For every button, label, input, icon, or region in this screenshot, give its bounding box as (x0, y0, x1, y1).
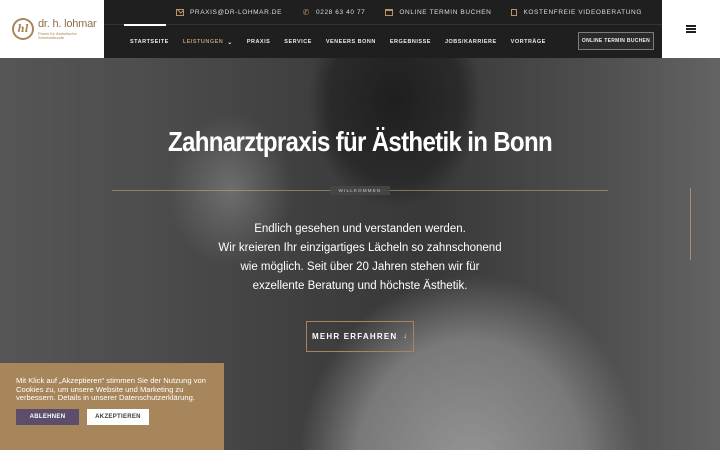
arrow-down-icon: ↓ (403, 333, 409, 340)
logo-mark-icon: hl (12, 18, 34, 40)
cookie-actions: ABLEHNEN AKZEPTIEREN (16, 408, 208, 425)
video-consultation-label: KOSTENFREIE VIDEOBERATUNG (523, 8, 642, 16)
nav-item-praxis[interactable]: PRAXIS (247, 39, 270, 45)
online-booking-label: ONLINE TERMIN BUCHEN (399, 8, 492, 16)
mail-icon (176, 8, 184, 16)
menu-button[interactable] (662, 0, 720, 58)
contact-bar: PRAXIS@DR-LOHMAR.DE ✆ 0228 63 40 77 ONLI… (104, 0, 662, 25)
chevron-down-icon: ⌄ (227, 39, 233, 46)
welcome-eyebrow: WILLKOMMEN (330, 186, 390, 195)
phone-label: 0228 63 40 77 (316, 8, 366, 16)
nav-item-vortraege[interactable]: VORTRÄGE (511, 39, 546, 45)
nav-item-ergebnisse[interactable]: ERGEBNISSE (390, 39, 431, 45)
nav-item-veneers-bonn[interactable]: VENEERS BONN (326, 39, 376, 45)
online-termin-button[interactable]: ONLINE TERMIN BUCHEN (578, 32, 654, 50)
nav-item-leistungen-label: LEISTUNGEN (182, 39, 224, 45)
nav-item-service[interactable]: SERVICE (284, 39, 312, 45)
mehr-erfahren-button[interactable]: MEHR ERFAHREN ↓ (306, 321, 414, 352)
slider-indicator-line (690, 188, 691, 260)
site-header: PRAXIS@DR-LOHMAR.DE ✆ 0228 63 40 77 ONLI… (104, 0, 662, 58)
hamburger-icon (686, 25, 696, 33)
page-title: Zahnarztpraxis für Ästhetik in Bonn (168, 126, 553, 157)
nav-item-jobs-karriere[interactable]: JOBS/KARRIERE (445, 39, 497, 45)
hero-line: exzellente Beratung und höchste Ästhetik… (252, 280, 468, 292)
nav-item-leistungen[interactable]: LEISTUNGEN ⌄ (183, 39, 233, 46)
mehr-erfahren-label: MEHR ERFAHREN (311, 332, 398, 341)
email-link[interactable]: PRAXIS@DR-LOHMAR.DE (176, 8, 283, 16)
hero-intro-text: Endlich gesehen und verstanden werden. W… (200, 220, 520, 296)
logo-mark-text: hl (17, 23, 29, 35)
logo[interactable]: hl dr. h. lohmar Praxis für Ästhetische … (0, 0, 104, 58)
nav-item-startseite[interactable]: STARTSEITE (130, 39, 169, 45)
calendar-icon (385, 8, 394, 16)
logo-tagline: Praxis für Ästhetische Zahnheilkunde (37, 30, 77, 40)
hero-line: wie möglich. Seit über 20 Jahren stehen … (240, 261, 480, 273)
cookie-text: Mit Klick auf „Akzeptieren“ stimmen Sie … (16, 376, 206, 403)
video-consultation-link[interactable]: KOSTENFREIE VIDEOBERATUNG (511, 8, 642, 16)
accept-button[interactable]: AKZEPTIEREN (87, 408, 149, 425)
logo-name: dr. h. lohmar (37, 17, 97, 30)
phone-link[interactable]: ✆ 0228 63 40 77 (302, 7, 366, 17)
video-icon (511, 8, 518, 16)
hero-line: Endlich gesehen und verstanden werden. (254, 223, 466, 235)
hero-line: Wir kreieren Ihr einzigartiges Lächeln s… (218, 242, 502, 254)
online-booking-link[interactable]: ONLINE TERMIN BUCHEN (385, 8, 492, 16)
logo-wordmark: dr. h. lohmar Praxis für Ästhetische Zah… (37, 17, 104, 40)
email-label: PRAXIS@DR-LOHMAR.DE (190, 8, 283, 16)
phone-icon: ✆ (302, 7, 310, 17)
cookie-banner: Mit Klick auf „Akzeptieren“ stimmen Sie … (0, 363, 224, 450)
decline-button[interactable]: ABLEHNEN (16, 408, 79, 425)
